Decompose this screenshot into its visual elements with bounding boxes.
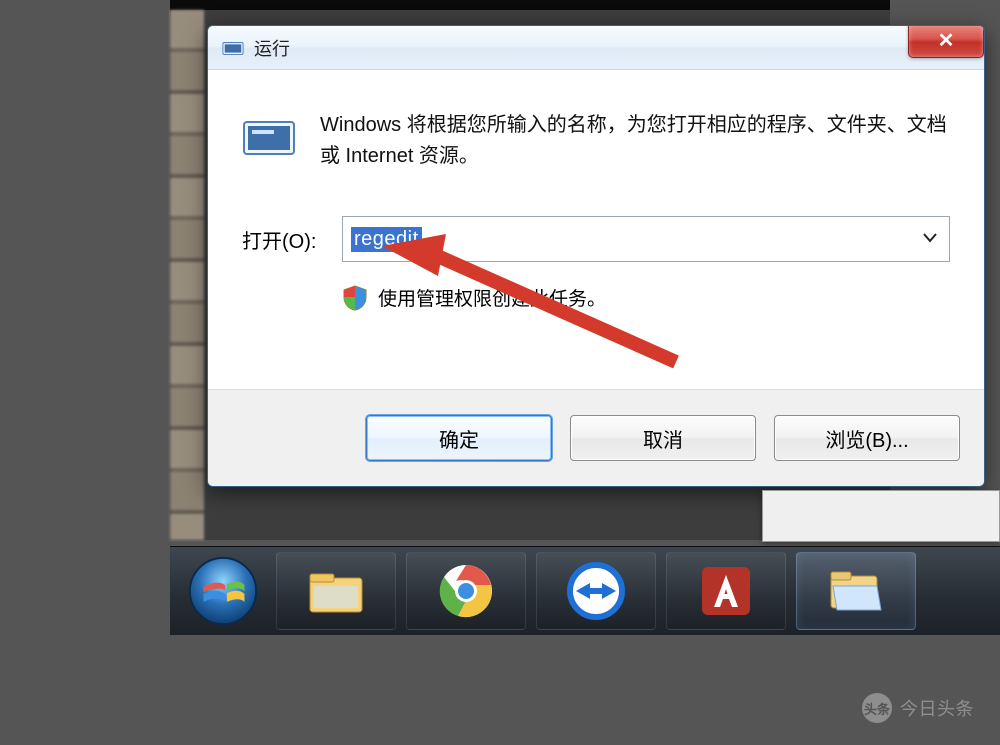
- taskbar-item-autocad[interactable]: [666, 552, 786, 630]
- teamviewer-icon: [566, 561, 626, 621]
- taskbar-item-chrome[interactable]: [406, 552, 526, 630]
- description-row: Windows 将根据您所输入的名称，为您打开相应的程序、文件夹、文档或 Int…: [242, 110, 950, 172]
- watermark-text: 今日头条: [900, 695, 974, 721]
- open-combobox[interactable]: regedit: [342, 216, 950, 262]
- viewport: 运行 ✕ Windows 将根据您所输入的名称，为您打开相应的程序、文件夹、文档…: [0, 0, 1000, 745]
- run-icon-large: [242, 114, 300, 162]
- watermark-icon: 头条: [862, 693, 892, 723]
- autocad-icon: [696, 561, 756, 621]
- taskbar[interactable]: [170, 546, 1000, 635]
- open-row: 打开(O): regedit: [242, 216, 950, 262]
- taskbar-item-file-explorer[interactable]: [276, 552, 396, 630]
- floating-panel: [762, 490, 1000, 542]
- taskbar-item-teamviewer[interactable]: [536, 552, 656, 630]
- watermark: 头条 今日头条: [862, 693, 974, 723]
- taskbar-item-folder-open[interactable]: [796, 552, 916, 630]
- close-icon: ✕: [938, 28, 955, 53]
- start-button[interactable]: [180, 548, 266, 634]
- admin-note-text: 使用管理权限创建此任务。: [378, 284, 606, 311]
- titlebar[interactable]: 运行 ✕: [208, 26, 984, 70]
- close-button[interactable]: ✕: [908, 25, 984, 58]
- run-dialog: 运行 ✕ Windows 将根据您所输入的名称，为您打开相应的程序、文件夹、文档…: [207, 25, 985, 487]
- window-title: 运行: [254, 35, 290, 61]
- watermark-glyph: 头条: [864, 699, 890, 718]
- ok-button-label: 确定: [439, 424, 479, 453]
- folder-open-icon: [827, 566, 885, 616]
- shield-icon: [342, 285, 368, 311]
- dialog-footer: 确定 取消 浏览(B)...: [208, 389, 984, 486]
- file-explorer-icon: [304, 564, 368, 618]
- dialog-body: Windows 将根据您所输入的名称，为您打开相应的程序、文件夹、文档或 Int…: [208, 70, 984, 391]
- cancel-button-label: 取消: [643, 424, 683, 453]
- cancel-button[interactable]: 取消: [570, 415, 756, 461]
- description-text: Windows 将根据您所输入的名称，为您打开相应的程序、文件夹、文档或 Int…: [320, 110, 950, 172]
- browse-button[interactable]: 浏览(B)...: [774, 415, 960, 461]
- admin-note-row: 使用管理权限创建此任务。: [342, 284, 950, 311]
- browse-button-label: 浏览(B)...: [825, 424, 908, 453]
- chrome-icon: [436, 561, 496, 621]
- open-label: 打开(O):: [242, 225, 328, 254]
- chevron-down-icon[interactable]: [923, 230, 937, 248]
- ok-button[interactable]: 确定: [366, 415, 552, 461]
- open-value: regedit: [351, 227, 422, 252]
- background-texture: [170, 10, 204, 540]
- run-icon-small: [222, 39, 244, 57]
